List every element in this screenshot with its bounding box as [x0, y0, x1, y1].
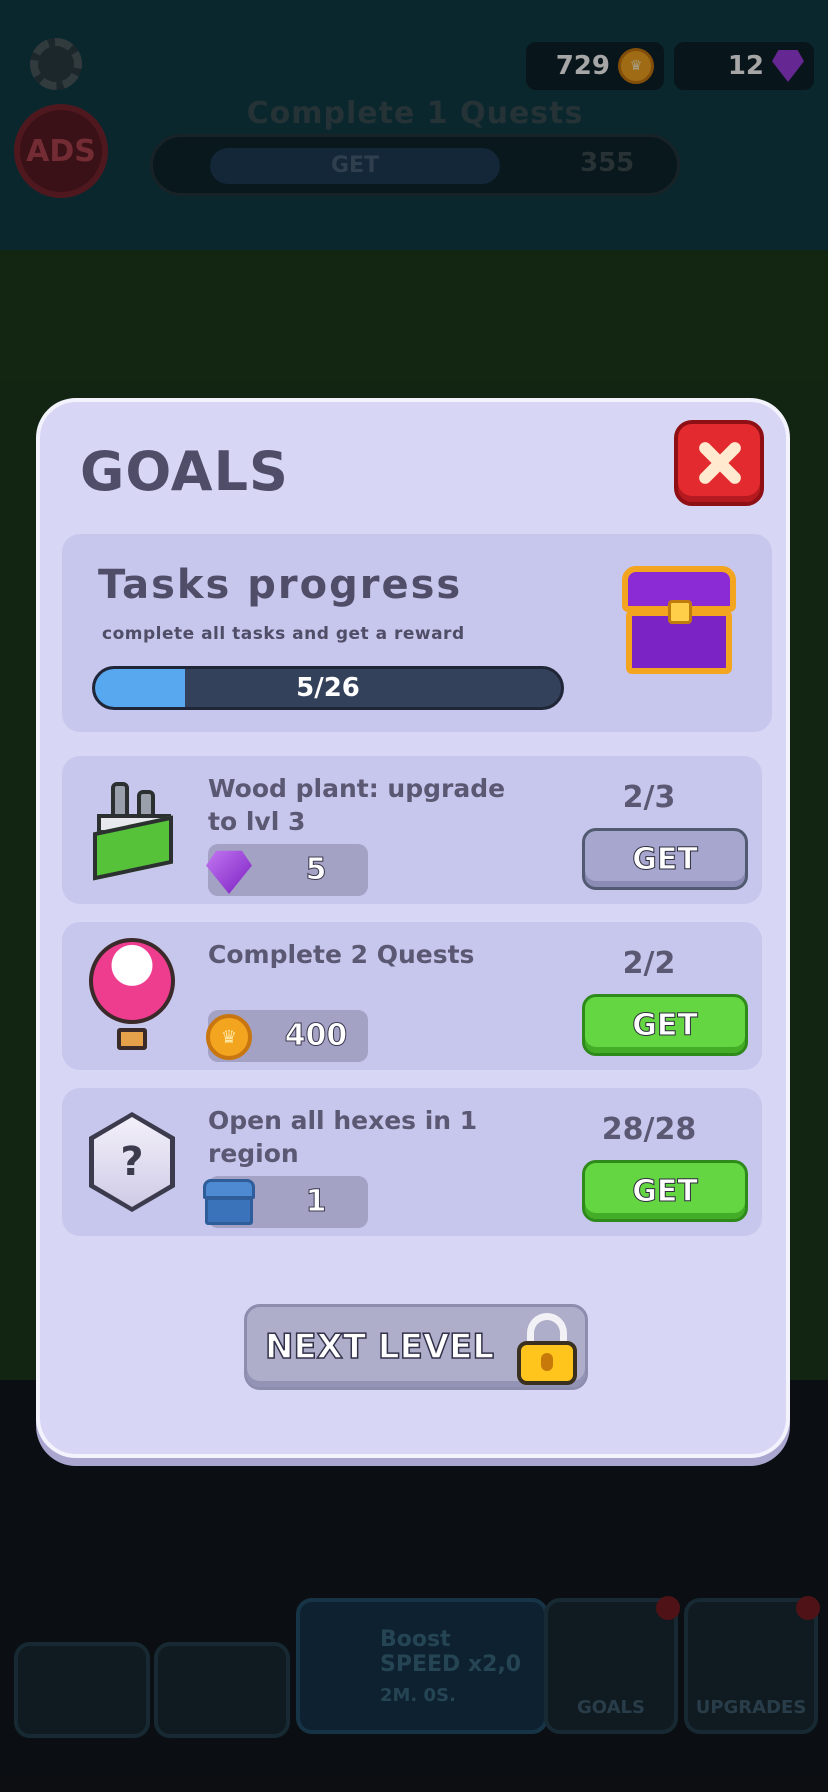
next-level-label: NEXT LEVEL [264, 1326, 495, 1368]
coin-icon: ♛ [202, 1010, 256, 1064]
reward-value: 1 [305, 1184, 327, 1220]
balloon-icon [80, 936, 184, 1056]
padlock-icon [517, 1313, 577, 1385]
task-count: 2/3 [622, 780, 676, 815]
modal-title: GOALS [80, 440, 289, 503]
chest-icon [202, 1176, 256, 1230]
task-name: Complete 2 Quests [208, 940, 475, 969]
gem-icon [202, 844, 256, 898]
progress-subtitle: complete all tasks and get a reward [102, 624, 465, 644]
progress-bar: 5/26 [92, 666, 564, 710]
reward-value: 400 [284, 1018, 348, 1054]
task-count: 2/2 [622, 946, 676, 981]
close-button[interactable] [674, 420, 764, 506]
reward-pill: ♛ 400 [206, 1010, 368, 1062]
next-level-button[interactable]: NEXT LEVEL [244, 1304, 588, 1390]
task-count: 28/28 [601, 1112, 697, 1147]
reward-pill: 1 [203, 1176, 368, 1228]
task-name: Open all hexes in 1 region [208, 1106, 478, 1168]
task-row: Wood plant: upgrade to lvl 3 5 2/3 GET [62, 756, 762, 904]
progress-text: 5/26 [296, 673, 360, 703]
reward-value: 5 [305, 852, 327, 888]
task-row: Complete 2 Quests ♛ 400 2/2 GET [62, 922, 762, 1070]
wood-plant-icon [80, 770, 184, 890]
question-hex-icon: ? [80, 1102, 184, 1222]
get-button[interactable]: GET [582, 994, 748, 1056]
get-button[interactable]: GET [582, 1160, 748, 1222]
progress-title: Tasks progress [98, 562, 463, 608]
get-button[interactable]: GET [582, 828, 748, 890]
task-row: ? Open all hexes in 1 region 1 28/28 GET [62, 1088, 762, 1236]
reward-chest-icon[interactable] [622, 566, 736, 678]
tasks-progress-card: Tasks progress complete all tasks and ge… [62, 534, 772, 732]
goals-modal: GOALS Tasks progress complete all tasks … [36, 398, 790, 1458]
close-icon [696, 440, 742, 486]
reward-pill: 5 [206, 844, 368, 896]
task-name: Wood plant: upgrade to lvl 3 [208, 774, 506, 836]
